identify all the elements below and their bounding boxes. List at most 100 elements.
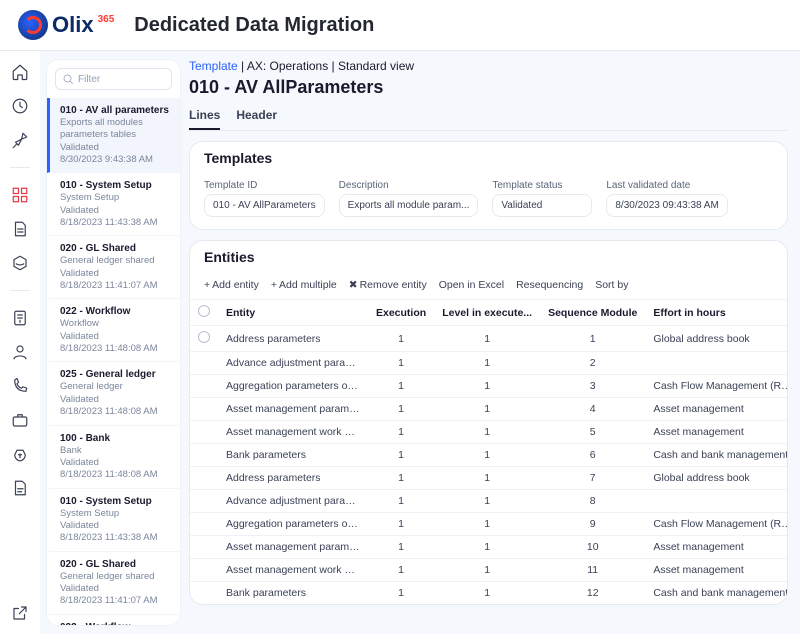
row-select[interactable]	[190, 513, 218, 536]
templates-heading: Templates	[190, 142, 787, 174]
table-row[interactable]: Asset management work orders...1111Asset…	[190, 559, 788, 582]
row-select[interactable]	[190, 444, 218, 467]
list-item[interactable]: 020 - GL SharedGeneral ledger sharedVali…	[47, 236, 180, 299]
phone-icon[interactable]	[9, 375, 31, 397]
exec-cell: 1	[368, 513, 434, 536]
execution-header[interactable]: Execution	[368, 300, 434, 326]
list-item-desc: General ledger shared	[60, 571, 172, 583]
breadcrumb-link[interactable]: Template	[189, 59, 238, 73]
row-select[interactable]	[190, 326, 218, 352]
tab-header[interactable]: Header	[236, 104, 277, 130]
table-row[interactable]: Asset management parameters1110Asset man…	[190, 536, 788, 559]
effort-header[interactable]: Effort in hours	[645, 300, 788, 326]
table-row[interactable]: Advance adjustment parameters112	[190, 352, 788, 375]
home-icon[interactable]	[9, 61, 31, 83]
seq-cell: 9	[540, 513, 645, 536]
level-cell: 1	[434, 513, 540, 536]
remove-entity-button[interactable]: ✖ Remove entity	[349, 279, 427, 291]
table-row[interactable]: Asset management parameters114Asset mana…	[190, 398, 788, 421]
grid-icon[interactable]	[9, 184, 31, 206]
briefcase-icon[interactable]	[9, 409, 31, 431]
row-select[interactable]	[190, 559, 218, 582]
list-item[interactable]: 010 - System SetupSystem SetupValidated8…	[47, 173, 180, 236]
sort-by-button[interactable]: Sort by	[595, 279, 628, 291]
tab-lines[interactable]: Lines	[189, 104, 220, 130]
row-select[interactable]	[190, 421, 218, 444]
status-value[interactable]: Validated	[492, 194, 592, 217]
money-bag-icon[interactable]	[9, 443, 31, 465]
effort-cell	[645, 352, 788, 375]
level-header[interactable]: Level in execute...	[434, 300, 540, 326]
list-item-status: Validated	[60, 205, 172, 217]
seq-cell: 10	[540, 536, 645, 559]
table-row[interactable]: Address parameters111Global address book	[190, 326, 788, 352]
table-row[interactable]: Bank parameters1112Cash and bank managem…	[190, 582, 788, 605]
logo-icon	[18, 10, 48, 40]
list-item[interactable]: 010 - AV all parametersExports all modul…	[47, 98, 180, 173]
table-row[interactable]: Aggregation parameters of pay...113Cash …	[190, 375, 788, 398]
list-item-desc: Exports all modules parameters tables	[60, 117, 172, 142]
validated-date-value[interactable]: 8/30/2023 09:43:38 AM	[606, 194, 727, 217]
row-select[interactable]	[190, 490, 218, 513]
seq-cell: 1	[540, 326, 645, 352]
document-icon[interactable]	[9, 218, 31, 240]
user-icon[interactable]	[9, 341, 31, 363]
list-item[interactable]: 022 - WorkflowWorkflowValidated8/18/2023…	[47, 615, 180, 625]
table-row[interactable]: Bank parameters116Cash and bank manageme…	[190, 444, 788, 467]
effort-cell: Global address book	[645, 326, 788, 352]
table-row[interactable]: Advance adjustment parameters118	[190, 490, 788, 513]
row-select[interactable]	[190, 398, 218, 421]
table-row[interactable]: Address parameters117Global address book	[190, 467, 788, 490]
resequencing-button[interactable]: Resequencing	[516, 279, 583, 291]
list-item-status: Validated	[60, 268, 172, 280]
level-cell: 1	[434, 490, 540, 513]
list-item[interactable]: 100 - BankBankValidated8/18/2023 11:48:0…	[47, 426, 180, 489]
table-row[interactable]: Aggregation parameters of pay...119Cash …	[190, 513, 788, 536]
list-item-status: Validated	[60, 520, 172, 532]
list-item[interactable]: 020 - GL SharedGeneral ledger sharedVali…	[47, 552, 180, 615]
entity-cell: Asset management parameters	[218, 536, 368, 559]
description-value[interactable]: Exports all module param...	[339, 194, 479, 217]
clock-icon[interactable]	[9, 95, 31, 117]
validated-date-label: Last validated date	[606, 180, 727, 191]
effort-cell: Asset management	[645, 398, 788, 421]
pin-icon[interactable]	[9, 129, 31, 151]
exec-cell: 1	[368, 398, 434, 421]
invoice-icon[interactable]	[9, 307, 31, 329]
sequence-header[interactable]: Sequence Module	[540, 300, 645, 326]
select-all-header[interactable]	[190, 300, 218, 326]
row-select[interactable]	[190, 375, 218, 398]
list-item[interactable]: 010 - System SetupSystem SetupValidated8…	[47, 489, 180, 552]
row-select[interactable]	[190, 582, 218, 605]
templates-card: Templates Template ID 010 - AV AllParamet…	[189, 141, 788, 230]
template-id-label: Template ID	[204, 180, 325, 191]
effort-cell	[645, 490, 788, 513]
entity-cell: Bank parameters	[218, 582, 368, 605]
exec-cell: 1	[368, 444, 434, 467]
seq-cell: 5	[540, 421, 645, 444]
external-link-icon[interactable]	[9, 602, 31, 624]
template-id-value[interactable]: 010 - AV AllParameters	[204, 194, 325, 217]
level-cell: 1	[434, 536, 540, 559]
add-entity-button[interactable]: + Add entity	[204, 279, 259, 291]
entities-card: Entities + Add entity + Add multiple ✖ R…	[189, 240, 788, 605]
file-icon[interactable]	[9, 477, 31, 499]
list-item-date: 8/18/2023 11:43:38 AM	[60, 217, 172, 229]
filter-input[interactable]: Filter	[55, 68, 172, 90]
hex-icon[interactable]	[9, 252, 31, 274]
row-select[interactable]	[190, 352, 218, 375]
list-item[interactable]: 022 - WorkflowWorkflowValidated8/18/2023…	[47, 299, 180, 362]
list-item-title: 022 - Workflow	[60, 621, 172, 625]
exec-cell: 1	[368, 559, 434, 582]
list-item-status: Validated	[60, 394, 172, 406]
breadcrumb: Template | AX: Operations | Standard vie…	[189, 59, 788, 73]
list-item-date: 8/18/2023 11:43:38 AM	[60, 532, 172, 544]
entity-header[interactable]: Entity	[218, 300, 368, 326]
row-select[interactable]	[190, 536, 218, 559]
entity-cell: Advance adjustment parameters	[218, 490, 368, 513]
list-item[interactable]: 025 - General ledgerGeneral ledgerValida…	[47, 362, 180, 425]
open-excel-button[interactable]: Open in Excel	[439, 279, 504, 291]
table-row[interactable]: Asset management work orders...115Asset …	[190, 421, 788, 444]
add-multiple-button[interactable]: + Add multiple	[271, 279, 337, 291]
row-select[interactable]	[190, 467, 218, 490]
